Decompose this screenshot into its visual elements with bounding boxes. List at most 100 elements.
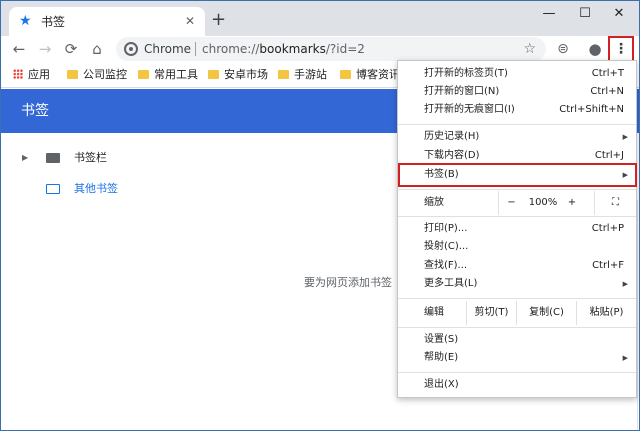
- menu-item-print[interactable]: 打印(P)... Ctrl+P: [398, 220, 636, 238]
- back-arrow-icon[interactable]: ←: [9, 39, 29, 59]
- folder-icon: [67, 70, 78, 79]
- menu-item-help[interactable]: 帮助(E) ▶: [398, 349, 636, 367]
- menu-divider: [398, 124, 636, 125]
- chrome-main-menu: 打开新的标签页(T) Ctrl+T 打开新的窗口(N) Ctrl+N 打开新的无…: [397, 60, 637, 398]
- menu-item-label: 打开新的标签页(T): [424, 68, 508, 79]
- menu-divider: [398, 216, 636, 217]
- address-separator: [195, 42, 196, 56]
- fullscreen-icon[interactable]: ⛶: [594, 191, 636, 215]
- menu-divider: [398, 372, 636, 373]
- bookmark-folder[interactable]: 博客资讯: [340, 67, 400, 83]
- star-icon: ★: [19, 13, 32, 29]
- folder-icon: [340, 70, 351, 79]
- tab-bookmarks[interactable]: ★ 书签 ✕: [9, 7, 205, 37]
- tree-item-label: 其他书签: [74, 182, 118, 195]
- cut-button[interactable]: 剪切(T): [466, 301, 516, 325]
- browser-toolbar: ← → ⟳ ⌂ Chrome chrome://bookmarks/?id=2 …: [0, 36, 640, 62]
- bookmark-folder[interactable]: 手游站: [278, 67, 327, 83]
- menu-item-more-tools[interactable]: 更多工具(L) ▶: [398, 275, 636, 293]
- menu-item-label: 帮助(E): [424, 352, 459, 363]
- empty-state-message: 要为网页添加书签: [304, 276, 392, 289]
- menu-item-new-window[interactable]: 打开新的窗口(N) Ctrl+N: [398, 83, 636, 101]
- more-vert-icon: ⋮: [614, 41, 628, 57]
- tab-title: 书签: [41, 15, 66, 29]
- address-bar[interactable]: Chrome chrome://bookmarks/?id=2 ☆: [116, 37, 546, 61]
- zoom-out-button[interactable]: −: [498, 191, 524, 215]
- close-tab-icon[interactable]: ✕: [185, 14, 195, 28]
- tab-strip: ★ 书签 ✕ + — ☐ ✕: [0, 0, 640, 37]
- edit-label: 编辑: [424, 307, 444, 318]
- bookmark-label: 常用工具: [154, 68, 198, 81]
- menu-item-label: 设置(S): [424, 334, 459, 345]
- reload-icon[interactable]: ⟳: [61, 39, 81, 59]
- window-close-button[interactable]: ✕: [607, 5, 631, 23]
- bookmark-label: 手游站: [294, 68, 327, 81]
- menu-divider: [398, 298, 636, 299]
- apps-label: 应用: [28, 68, 50, 81]
- site-label: Chrome: [144, 42, 192, 56]
- menu-item-incognito[interactable]: 打开新的无痕窗口(I) Ctrl+Shift+N: [398, 101, 636, 119]
- menu-item-cast[interactable]: 投射(C)...: [398, 238, 636, 256]
- menu-item-label: 历史记录(H): [424, 131, 480, 142]
- page-title: 书签: [21, 103, 49, 119]
- menu-item-label: 更多工具(L): [424, 278, 478, 289]
- menu-edit-row: 编辑 剪切(T) 复制(C) 粘贴(P): [398, 301, 636, 325]
- new-tab-button[interactable]: +: [211, 11, 226, 29]
- expand-arrow-icon[interactable]: ▶: [22, 148, 28, 168]
- chrome-menu-button[interactable]: ⋮: [608, 36, 634, 62]
- bookmark-star-icon[interactable]: ☆: [523, 40, 536, 58]
- submenu-arrow-icon: ▶: [622, 133, 628, 141]
- menu-item-label: 打开新的窗口(N): [424, 86, 500, 97]
- apps-grid-icon: [13, 69, 23, 79]
- tree-item-other-bookmarks[interactable]: 其他书签: [0, 179, 200, 199]
- tree-item-bookmarks-bar[interactable]: ▶ 书签栏: [0, 148, 200, 168]
- bookmark-folder[interactable]: 公司监控: [67, 67, 127, 83]
- menu-item-label: 退出(X): [424, 379, 459, 390]
- menu-item-new-tab[interactable]: 打开新的标签页(T) Ctrl+T: [398, 65, 636, 83]
- menu-item-shortcut: Ctrl+Shift+N: [559, 104, 624, 115]
- bookmark-folder[interactable]: 安卓市场: [208, 67, 268, 83]
- folder-icon: [138, 70, 149, 79]
- copy-button[interactable]: 复制(C): [516, 301, 576, 325]
- url-text[interactable]: chrome://bookmarks/?id=2: [202, 42, 365, 56]
- menu-divider: [398, 327, 636, 328]
- maximize-button[interactable]: ☐: [573, 5, 597, 23]
- menu-item-shortcut: Ctrl+F: [592, 260, 624, 271]
- paste-button[interactable]: 粘贴(P): [576, 301, 636, 325]
- zoom-level: 100%: [528, 197, 558, 208]
- bookmark-label: 安卓市场: [224, 68, 268, 81]
- menu-item-find[interactable]: 查找(F)... Ctrl+F: [398, 257, 636, 275]
- submenu-arrow-icon: ▶: [622, 280, 628, 288]
- zoom-label: 缩放: [424, 197, 444, 208]
- url-path: /?id=2: [325, 42, 365, 56]
- chrome-site-icon: [124, 42, 138, 56]
- submenu-arrow-icon: ▶: [622, 354, 628, 362]
- menu-item-shortcut: Ctrl+N: [590, 86, 624, 97]
- apps-shortcut[interactable]: 应用: [13, 67, 50, 83]
- menu-item-history[interactable]: 历史记录(H) ▶: [398, 128, 636, 146]
- url-prefix: chrome://: [202, 42, 260, 56]
- zoom-in-button[interactable]: +: [562, 191, 582, 215]
- profile-avatar-icon[interactable]: ●: [585, 39, 605, 59]
- minimize-button[interactable]: —: [537, 5, 561, 23]
- menu-divider: [398, 189, 636, 190]
- menu-item-label: 查找(F)...: [424, 260, 468, 271]
- url-host: bookmarks: [259, 42, 326, 56]
- menu-item-settings[interactable]: 设置(S): [398, 331, 636, 349]
- bookmark-folder[interactable]: 常用工具: [138, 67, 198, 83]
- menu-item-shortcut: Ctrl+T: [591, 68, 624, 79]
- menu-item-shortcut: Ctrl+P: [591, 223, 624, 234]
- menu-zoom-row: 缩放 − 100% + ⛶: [398, 191, 636, 215]
- tree-item-label: 书签栏: [74, 151, 107, 164]
- folder-icon: [278, 70, 289, 79]
- folder-open-icon: [46, 184, 60, 194]
- home-icon[interactable]: ⌂: [87, 39, 107, 59]
- menu-item-label: 投射(C)...: [424, 241, 469, 252]
- folder-icon: [208, 70, 219, 79]
- menu-item-exit[interactable]: 退出(X): [398, 376, 636, 394]
- bookmark-label: 博客资讯: [356, 68, 400, 81]
- menu-item-label: 打开新的无痕窗口(I): [424, 104, 515, 115]
- bookmark-label: 公司监控: [83, 68, 127, 81]
- extension-icon[interactable]: ⊜: [553, 39, 573, 59]
- forward-arrow-icon[interactable]: →: [35, 39, 55, 59]
